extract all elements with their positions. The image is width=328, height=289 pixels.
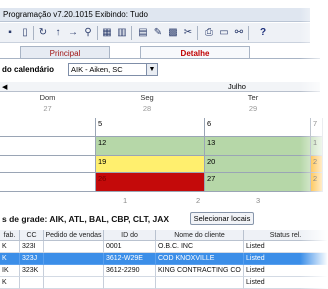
calendar-cell[interactable]: 2 bbox=[311, 156, 323, 173]
calendar-cell[interactable]: 26 bbox=[96, 173, 205, 192]
cell-cc: 323I bbox=[20, 241, 44, 253]
orders-table: fab. CC Pedido de vendas ID do Nome do c… bbox=[0, 230, 328, 289]
calendar-selector-label: do calendário bbox=[2, 65, 55, 74]
month-label: Julho bbox=[228, 82, 246, 91]
toolbar-separator bbox=[248, 26, 249, 40]
month-header: ◀ Julho bbox=[0, 82, 320, 92]
filter-icon[interactable]: ⚲ bbox=[81, 26, 95, 40]
column-header[interactable]: Pedido de vendas bbox=[44, 230, 104, 241]
calendar-select[interactable]: AIK - Aiken, SC ▼ bbox=[68, 63, 158, 76]
print-icon[interactable]: ⎙ bbox=[202, 26, 216, 40]
calendar-cell[interactable]: 19 bbox=[96, 156, 205, 173]
cell-pedido bbox=[44, 265, 104, 277]
toolbar-separator bbox=[131, 26, 132, 40]
cell-cc: 323K bbox=[20, 265, 44, 277]
day-header: Ter bbox=[247, 93, 259, 102]
day-header: Dom bbox=[39, 93, 56, 102]
column-header[interactable]: CC bbox=[20, 230, 44, 241]
cell-customer: KING CONTRACTING CO II bbox=[156, 265, 244, 277]
arrow-icon[interactable]: → bbox=[66, 26, 80, 40]
cell-id: 3612-2290 bbox=[104, 265, 156, 277]
cell-id: 3612-W29E bbox=[104, 253, 156, 265]
day-number: 28 bbox=[142, 104, 152, 113]
week-number: 1 bbox=[123, 196, 128, 205]
cell-pedido bbox=[44, 253, 104, 265]
week-number: 3 bbox=[256, 196, 261, 205]
calendar-cell[interactable] bbox=[0, 173, 96, 192]
chart-icon[interactable]: ▤ bbox=[136, 26, 150, 40]
calendar-cell[interactable]: 7 bbox=[311, 118, 323, 137]
delete-icon[interactable]: ▯ bbox=[18, 26, 32, 40]
grid-locations-row: s de grade: AIK, ATL, BAL, CBP, CLT, JAX… bbox=[0, 212, 320, 226]
week-number: 2 bbox=[196, 196, 201, 205]
cell-cc bbox=[20, 277, 44, 289]
table-row[interactable]: K 323I 0001 O.B.C. INC Listed bbox=[0, 241, 328, 253]
calendar-cell[interactable]: 6 bbox=[205, 118, 311, 137]
calendar-icon[interactable]: ▦ bbox=[100, 26, 114, 40]
column-header[interactable]: ID do bbox=[104, 230, 156, 241]
toolbar-separator bbox=[97, 26, 98, 40]
help-icon[interactable]: ? bbox=[256, 26, 270, 40]
cell-id bbox=[104, 277, 156, 289]
calendar-cell[interactable] bbox=[0, 118, 96, 137]
edit-icon[interactable]: ✎ bbox=[151, 26, 165, 40]
calendar-alt-icon[interactable]: ▥ bbox=[115, 26, 129, 40]
calendar-select-value: AIK - Aiken, SC bbox=[71, 65, 123, 74]
column-header[interactable]: Nome do cliente bbox=[156, 230, 244, 241]
cell-status: Listed bbox=[244, 265, 328, 277]
grid-icon[interactable]: ▩ bbox=[166, 26, 180, 40]
calendar-cell[interactable] bbox=[0, 156, 96, 173]
grid-locations-label: s de grade: AIK, ATL, BAL, CBP, CLT, JAX bbox=[2, 214, 170, 224]
calendar-cell[interactable]: 5 bbox=[96, 118, 205, 137]
refresh-icon[interactable]: ↻ bbox=[36, 26, 50, 40]
cell-customer bbox=[156, 277, 244, 289]
cell-fab: K bbox=[0, 241, 20, 253]
cell-customer: O.B.C. INC bbox=[156, 241, 244, 253]
previous-icon[interactable]: ◀ bbox=[2, 83, 7, 91]
table-row[interactable]: IK 323K 3612-2290 KING CONTRACTING CO II… bbox=[0, 265, 328, 277]
table-row-selected[interactable]: K 323J 3612-W29E COD KNOXVILLE Listed bbox=[0, 253, 328, 265]
up-icon[interactable]: ↑ bbox=[51, 26, 65, 40]
calendar-grid: ◀ Julho Dom Seg Ter 27 28 29 5 6 7 12 13… bbox=[0, 82, 323, 202]
select-locations-button[interactable]: Selecionar locais bbox=[190, 212, 254, 225]
save-icon[interactable]: ▪ bbox=[3, 26, 17, 40]
calendar-cell[interactable]: 12 bbox=[96, 137, 205, 156]
column-header[interactable]: fab. bbox=[0, 230, 20, 241]
cell-status: Listed bbox=[244, 277, 328, 289]
cell-id: 0001 bbox=[104, 241, 156, 253]
day-number: 27 bbox=[43, 104, 52, 113]
column-header[interactable]: Status rel. bbox=[244, 230, 328, 241]
calendar-cell[interactable]: 1 bbox=[311, 137, 323, 156]
cell-fab: K bbox=[0, 277, 20, 289]
calendar-cell[interactable]: 13 bbox=[205, 137, 311, 156]
chevron-down-icon[interactable]: ▼ bbox=[146, 64, 157, 75]
calendar-cell[interactable]: 27 bbox=[205, 173, 311, 192]
cell-pedido bbox=[44, 241, 104, 253]
window-icon[interactable]: ▭ bbox=[217, 26, 231, 40]
cell-fab: K bbox=[0, 253, 20, 265]
calendar-cell[interactable] bbox=[0, 137, 96, 156]
find-icon[interactable]: ⚯ bbox=[232, 26, 246, 40]
calendar-cell[interactable]: 2 bbox=[311, 173, 323, 192]
cell-status: Listed bbox=[244, 253, 328, 265]
day-number: 29 bbox=[248, 104, 258, 113]
cell-customer: COD KNOXVILLE bbox=[156, 253, 244, 265]
app-window: Programação v7.20.1015 Exibindo: Tudo ▪ … bbox=[0, 0, 328, 289]
calendar-cell[interactable]: 20 bbox=[205, 156, 311, 173]
toolbar-separator bbox=[197, 26, 198, 40]
calendar-selector-row: do calendário AIK - Aiken, SC ▼ bbox=[0, 63, 300, 77]
window-title: Programação v7.20.1015 Exibindo: Tudo bbox=[0, 8, 310, 22]
cell-status: Listed bbox=[244, 241, 328, 253]
day-header: Seg bbox=[140, 93, 154, 102]
cell-fab: IK bbox=[0, 265, 20, 277]
cell-cc: 323J bbox=[20, 253, 44, 265]
tab-divider bbox=[0, 58, 320, 59]
tools-icon[interactable]: ✂ bbox=[181, 26, 195, 40]
toolbar: ▪ ▯ ↻ ↑ → ⚲ ▦ ▥ ▤ ✎ ▩ ✂ ⎙ ▭ ⚯ ? bbox=[0, 23, 310, 43]
toolbar-separator bbox=[33, 26, 34, 40]
table-row[interactable]: K Listed bbox=[0, 277, 328, 289]
cell-pedido bbox=[44, 277, 104, 289]
